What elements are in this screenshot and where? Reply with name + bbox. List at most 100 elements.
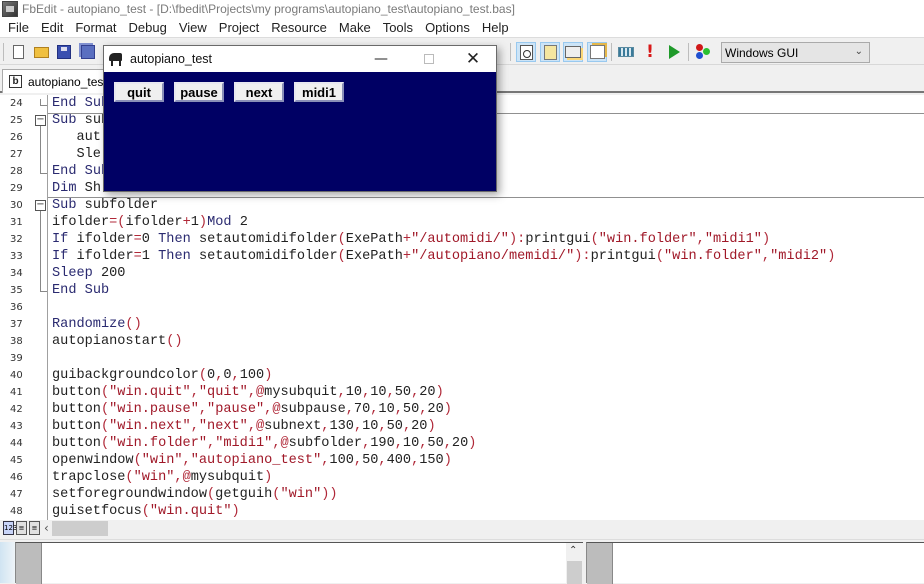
compile-icon (618, 47, 634, 57)
code-text: Sub subfolder (52, 198, 159, 213)
line-number: 47 (10, 489, 23, 500)
fold-collapse-icon[interactable]: − (35, 115, 46, 126)
menu-help[interactable]: Help (477, 20, 516, 35)
output-scrollbar-thumb[interactable] (567, 561, 582, 584)
line-number: 48 (10, 506, 23, 517)
fold-collapse-icon[interactable]: − (35, 200, 46, 211)
code-text: Sleep 200 (52, 266, 126, 281)
colored-dots-icon (695, 43, 713, 61)
code-text: guibackgroundcolor(0,0,100) (52, 368, 273, 383)
line-number: 33 (10, 251, 23, 262)
output-vertical-scrollbar[interactable]: ⌃ (566, 543, 583, 584)
piano-icon (108, 52, 124, 66)
code-line: 38 autopianostart() (0, 333, 924, 350)
code-text: button("win.folder","midi1",@subfolder,1… (52, 436, 477, 451)
menu-file[interactable]: File (3, 20, 36, 35)
code-text: ifolder=(ifolder+1)Mod 2 (52, 215, 248, 230)
menu-debug[interactable]: Debug (124, 20, 174, 35)
maximize-icon (424, 54, 434, 64)
line-number: 42 (10, 404, 23, 415)
block-toggle[interactable]: ≡ (29, 521, 40, 535)
save-all-icon (81, 45, 95, 59)
properties-button[interactable] (587, 42, 607, 62)
scroll-up-arrow-icon[interactable]: ⌃ (569, 545, 577, 556)
procedure-separator (48, 197, 924, 198)
menu-project[interactable]: Project (214, 20, 266, 35)
menu-edit[interactable]: Edit (36, 20, 70, 35)
line-number: 24 (10, 98, 23, 109)
run-button[interactable] (664, 42, 684, 62)
output-pane[interactable]: ⌃ (15, 542, 583, 584)
outline-toggle[interactable]: ≡ (16, 521, 27, 535)
new-file-button[interactable] (8, 42, 28, 62)
line-number: 37 (10, 319, 23, 330)
chevron-down-icon: ⌄ (854, 46, 863, 57)
maximize-button[interactable] (406, 46, 452, 72)
line-number: 28 (10, 166, 23, 177)
line-number: 29 (10, 183, 23, 194)
find-button[interactable] (516, 42, 536, 62)
line-number: 32 (10, 234, 23, 245)
code-line: 43 button("win.next","next",@subnext,130,… (0, 418, 924, 435)
gui-window-title: autopiano_test (130, 52, 213, 66)
line-number: 26 (10, 132, 23, 143)
menu-options[interactable]: Options (420, 20, 477, 35)
line-number: 25 (10, 115, 23, 126)
next-button[interactable]: next (234, 82, 284, 102)
code-text: Dim Sh (52, 181, 101, 196)
compile-button[interactable] (616, 42, 636, 62)
code-text: button("win.pause","pause",@subpause,70,… (52, 402, 452, 417)
midi-folder-button[interactable]: midi1 (294, 82, 344, 102)
minimize-button[interactable]: — (358, 46, 404, 72)
find-next-button[interactable] (540, 42, 560, 62)
gui-window-titlebar[interactable]: autopiano_test — ✕ (104, 46, 496, 72)
fold-end-marker (40, 285, 47, 292)
close-button[interactable]: ✕ (450, 46, 496, 72)
error-button[interactable]: ! (640, 42, 660, 62)
autopiano-test-window: autopiano_test — ✕ quit pause next midi1 (103, 45, 497, 192)
scroll-left-arrow-icon[interactable]: ‹ (44, 521, 49, 535)
toolbar-separator (611, 43, 612, 61)
pause-button[interactable]: pause (174, 82, 224, 102)
code-line: 47 setforegroundwindow(getguih("win")) (0, 486, 924, 503)
toolbar-separator (688, 43, 689, 61)
line-number: 35 (10, 285, 23, 296)
new-file-icon (12, 45, 24, 59)
save-all-button[interactable] (78, 42, 98, 62)
code-text: button("win.quit","quit",@mysubquit,10,1… (52, 385, 444, 400)
line-number: 27 (10, 149, 23, 160)
fold-line (40, 126, 41, 170)
horizontal-scrollbar-thumb[interactable] (52, 521, 108, 536)
code-text: Sle (76, 147, 101, 162)
fbedit-app-icon (2, 1, 18, 17)
build-config-value: Windows GUI (725, 45, 799, 60)
menubar: File Edit Format Debug View Project Reso… (0, 18, 924, 38)
menu-view[interactable]: View (174, 20, 214, 35)
app-titlebar: FbEdit - autopiano_test - [D:\fbedit\Pro… (0, 0, 924, 18)
menu-resource[interactable]: Resource (266, 20, 334, 35)
line-number: 46 (10, 472, 23, 483)
code-text: Sub sub (52, 113, 110, 128)
app-title: FbEdit - autopiano_test - [D:\fbedit\Pro… (22, 2, 515, 16)
fold-line (40, 211, 41, 289)
tab-autopiano-test[interactable]: b autopiano_test (2, 69, 108, 93)
menu-make[interactable]: Make (334, 20, 378, 35)
code-line: 42 button("win.pause","pause",@subpause,7… (0, 401, 924, 418)
save-button[interactable] (54, 42, 74, 62)
code-text: trapclose("win",@mysubquit) (52, 470, 273, 485)
open-file-button[interactable] (31, 42, 51, 62)
code-text: setforegroundwindow(getguih("win")) (52, 487, 338, 502)
make-options-button[interactable] (694, 42, 714, 62)
immediate-pane[interactable] (586, 542, 924, 584)
window-list-button[interactable] (563, 42, 583, 62)
build-config-select[interactable]: Windows GUI ⌄ (721, 42, 870, 63)
code-line: 33 If ifolder=1 Then setautomidifolder(Ex… (0, 248, 924, 265)
code-text: button("win.next","next",@subnext,130,10… (52, 419, 436, 434)
line-number: 36 (10, 302, 23, 313)
quit-button[interactable]: quit (114, 82, 164, 102)
menu-tools[interactable]: Tools (378, 20, 420, 35)
fold-end-marker (40, 167, 47, 174)
line-numbers-toggle[interactable]: 123 (3, 521, 17, 535)
menu-format[interactable]: Format (70, 20, 123, 35)
code-line: 39 (0, 350, 924, 367)
